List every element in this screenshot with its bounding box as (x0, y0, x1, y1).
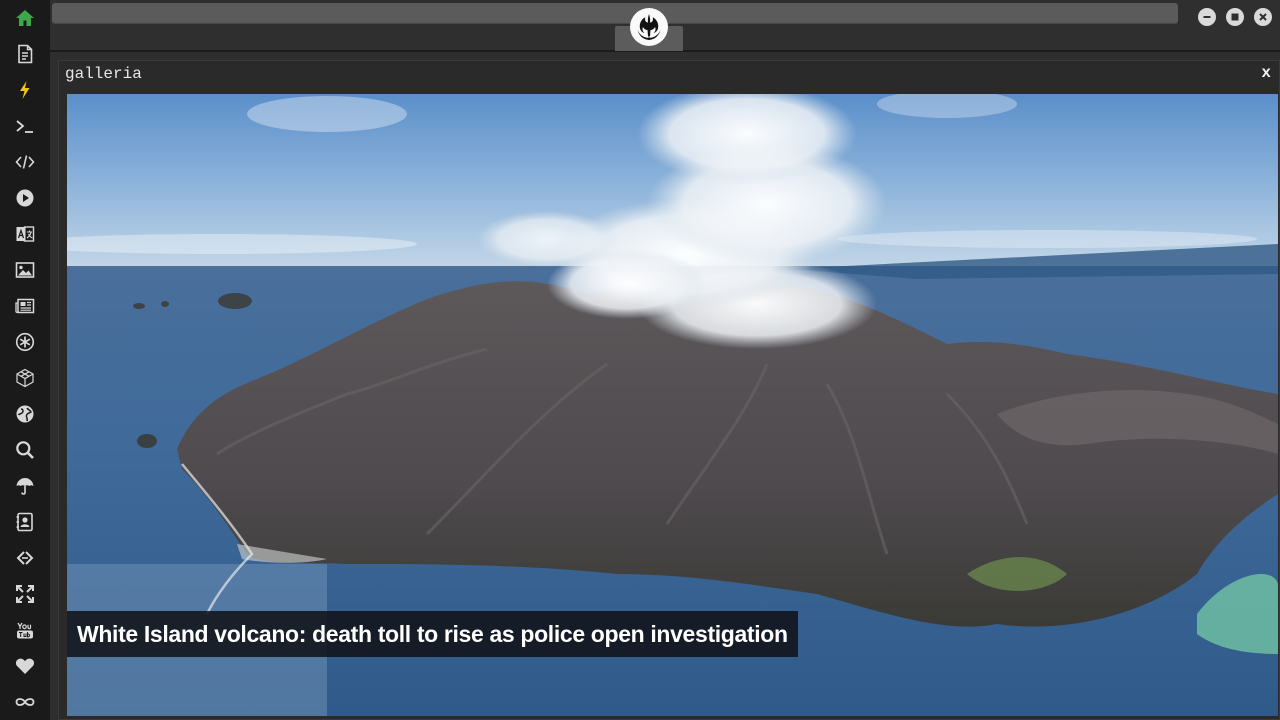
play-icon[interactable] (11, 184, 39, 212)
terminal-icon[interactable] (11, 112, 39, 140)
minimize-icon[interactable] (1198, 8, 1216, 26)
rebel-alliance-icon[interactable] (630, 8, 668, 46)
heart-icon[interactable] (11, 652, 39, 680)
panel-close-button[interactable]: x (1261, 64, 1271, 82)
lightning-icon[interactable] (11, 76, 39, 104)
image-caption: White Island volcano: death toll to rise… (67, 611, 798, 657)
youtube-icon[interactable] (11, 616, 39, 644)
close-icon[interactable] (1254, 8, 1272, 26)
panel-title: galleria (65, 65, 142, 83)
umbrella-icon[interactable] (11, 472, 39, 500)
left-sidebar (0, 0, 50, 720)
gallery-viewer[interactable]: White Island volcano: death toll to rise… (67, 94, 1278, 716)
search-icon[interactable] (11, 436, 39, 464)
globe-icon[interactable] (11, 400, 39, 428)
workspace: galleria x White Island volcano: death t… (50, 0, 1280, 720)
infinity-icon[interactable] (11, 688, 39, 716)
fullscreen-icon[interactable] (11, 580, 39, 608)
address-bar[interactable] (52, 3, 1178, 24)
translate-icon[interactable] (11, 220, 39, 248)
home-icon[interactable] (11, 4, 39, 32)
code-icon[interactable] (11, 148, 39, 176)
cube-icon[interactable] (11, 364, 39, 392)
newspaper-icon[interactable] (11, 292, 39, 320)
contacts-icon[interactable] (11, 508, 39, 536)
settings-icon[interactable] (11, 328, 39, 356)
top-bar (50, 0, 1280, 52)
image-icon[interactable] (11, 256, 39, 284)
document-icon[interactable] (11, 40, 39, 68)
maximize-icon[interactable] (1226, 8, 1244, 26)
embed-icon[interactable] (11, 544, 39, 572)
gallery-panel: galleria x White Island volcano: death t… (58, 60, 1280, 720)
